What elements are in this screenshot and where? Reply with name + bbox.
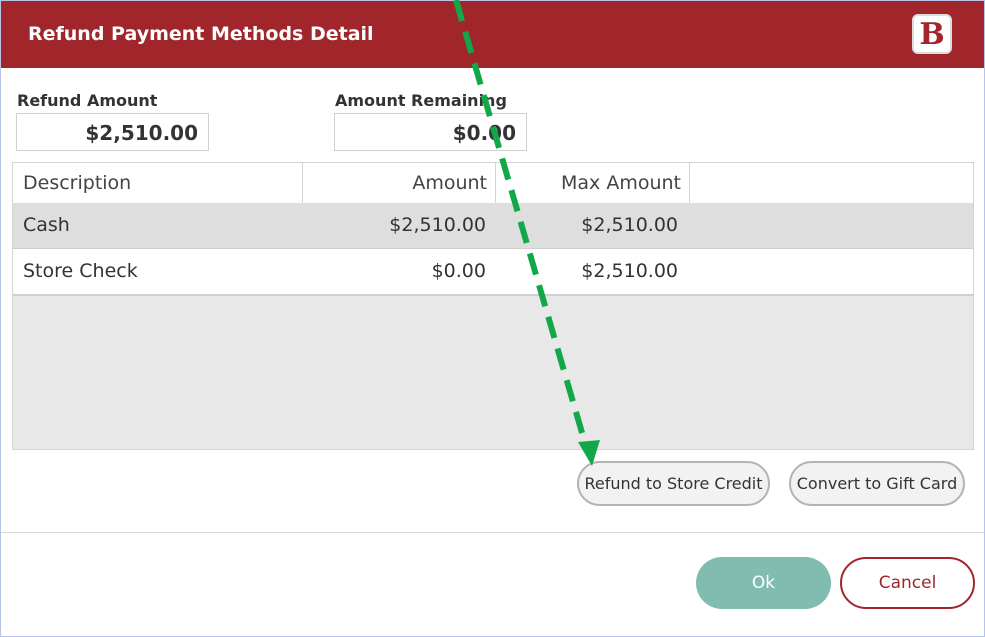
amount-remaining-field: $0.00: [334, 113, 527, 151]
refund-amount-field: $2,510.00: [16, 113, 209, 151]
brand-logo-icon: B: [912, 14, 952, 54]
amount-remaining-label: Amount Remaining: [335, 91, 507, 110]
cell-amount: $2,510.00: [389, 214, 486, 236]
refund-amount-label: Refund Amount: [17, 91, 158, 110]
refund-to-store-credit-button[interactable]: Refund to Store Credit: [577, 461, 770, 506]
logo-letter: B: [919, 17, 945, 52]
column-header-amount[interactable]: Amount: [303, 163, 496, 203]
cell-amount: $0.00: [431, 260, 486, 282]
footer-divider: [1, 532, 984, 533]
table-row[interactable]: Store Check $0.00 $2,510.00: [13, 249, 973, 296]
cell-description: Store Check: [23, 260, 138, 282]
column-header-max-amount[interactable]: Max Amount: [496, 163, 690, 203]
dialog-title: Refund Payment Methods Detail: [28, 23, 374, 45]
payment-methods-table: Description Amount Max Amount Cash $2,51…: [12, 162, 974, 450]
cell-max-amount: $2,510.00: [581, 214, 678, 236]
dialog-titlebar: Refund Payment Methods Detail B: [1, 1, 984, 68]
table-row[interactable]: Cash $2,510.00 $2,510.00: [13, 203, 973, 248]
table-header: Description Amount Max Amount: [13, 163, 973, 204]
cell-description: Cash: [23, 214, 70, 236]
column-header-description[interactable]: Description: [13, 163, 303, 203]
convert-to-gift-card-button[interactable]: Convert to Gift Card: [789, 461, 965, 506]
cell-max-amount: $2,510.00: [581, 260, 678, 282]
ok-button[interactable]: Ok: [696, 557, 831, 609]
cancel-button[interactable]: Cancel: [840, 557, 975, 609]
